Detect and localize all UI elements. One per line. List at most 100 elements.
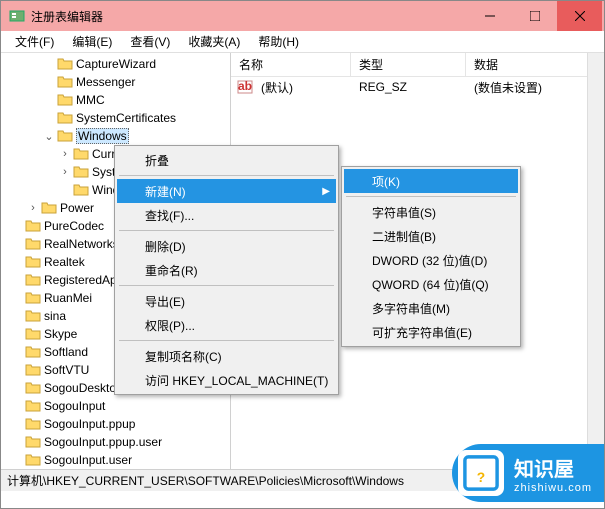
statusbar-path: 计算机\HKEY_CURRENT_USER\SOFTWARE\Policies\… [7,472,404,489]
folder-icon [25,362,41,378]
menu-separator [119,340,334,341]
context-menu-item[interactable]: 权限(P)... [117,313,336,337]
context-menu-item[interactable]: 复制项名称(C) [117,344,336,368]
menu-separator [119,175,334,176]
context-menu-item[interactable]: 可扩充字符串值(E) [344,320,518,344]
tree-item-label: PureCodec [44,219,104,233]
tree-item[interactable]: SystemCertificates [1,109,230,127]
value-name: (默认) [253,77,351,98]
tree-item-label: SogouInput [44,399,105,413]
menu-item-label: 访问 HKEY_LOCAL_MACHINE(T) [145,372,328,389]
folder-icon [25,344,41,360]
tree-item-label: RealNetworks [44,237,119,251]
logo-name: 知识屋 [514,453,592,482]
maximize-button[interactable] [512,1,557,31]
menu-item[interactable]: 编辑(E) [64,31,120,52]
chevron-right-icon[interactable]: › [25,202,41,214]
chevron-down-icon[interactable]: ⌄ [41,130,57,143]
value-data: (数值未设置) [466,77,550,98]
folder-icon [25,308,41,324]
folder-icon [57,110,73,126]
context-menu-item[interactable]: 删除(D) [117,234,336,258]
menubar: 文件(F)编辑(E)查看(V)收藏夹(A)帮助(H) [1,31,604,53]
folder-icon [25,290,41,306]
context-menu-item[interactable]: 二进制值(B) [344,224,518,248]
tree-item-label: Messenger [76,75,135,89]
tree-item-label: Power [60,201,94,215]
menu-item[interactable]: 查看(V) [122,31,178,52]
tree-item[interactable]: SogouInput.ppup [1,415,230,433]
context-menu-item[interactable]: 项(K) [344,169,518,193]
minimize-button[interactable] [467,1,512,31]
tree-item-label: sina [44,309,66,323]
menu-item-label: QWORD (64 位)值(Q) [372,276,489,293]
menu-item[interactable]: 帮助(H) [250,31,307,52]
string-value-icon: ab [237,79,253,95]
tree-item[interactable]: SogouInput [1,397,230,415]
folder-icon [57,56,73,72]
values-header: 名称 类型 数据 [231,53,604,77]
tree-item-label: Softland [44,345,88,359]
folder-icon [57,128,73,144]
tree-item-label: SystemCertificates [76,111,176,125]
chevron-right-icon[interactable]: › [57,148,73,160]
menu-item-label: 折叠 [145,152,169,169]
context-menu-item[interactable]: 查找(F)... [117,203,336,227]
context-menu-item[interactable]: 导出(E) [117,289,336,313]
tree-item[interactable]: SogouInput.ppup.user [1,433,230,451]
value-row[interactable]: ab (默认) REG_SZ (数值未设置) [231,77,604,97]
menu-item-label: 新建(N) [145,183,186,200]
window-titlebar: 注册表编辑器 [1,1,604,31]
context-menu-item[interactable]: 字符串值(S) [344,200,518,224]
folder-icon [41,200,57,216]
column-data[interactable]: 数据 [466,53,604,77]
column-name[interactable]: 名称 [231,53,351,77]
context-menu-item[interactable]: DWORD (32 位)值(D) [344,248,518,272]
values-scrollbar[interactable] [587,53,604,469]
folder-icon [25,326,41,342]
tree-item[interactable]: MMC [1,91,230,109]
context-menu-item[interactable]: QWORD (64 位)值(Q) [344,272,518,296]
context-menu-item[interactable]: 多字符串值(M) [344,296,518,320]
folder-icon [25,434,41,450]
folder-icon [57,74,73,90]
context-menu-item[interactable]: 访问 HKEY_LOCAL_MACHINE(T) [117,368,336,392]
menu-item[interactable]: 收藏夹(A) [180,31,248,52]
tree-item-label: CaptureWizard [76,57,156,71]
context-menu-item[interactable]: 新建(N) ▶ [117,179,336,203]
watermark-logo: ? 知识屋 zhishiwu.com [452,444,604,502]
tree-item-label: SogouInput.ppup.user [44,435,162,449]
folder-icon [25,452,41,468]
close-button[interactable] [557,1,602,31]
tree-item-label: RuanMei [44,291,92,305]
tree-item[interactable]: Messenger [1,73,230,91]
folder-icon [57,92,73,108]
menu-item-label: DWORD (32 位)值(D) [372,252,487,269]
regedit-app-icon [9,8,25,24]
tree-context-menu: 折叠新建(N) ▶ 查找(F)... 删除(D) 重命名(R) 导出(E) 权限(P)...… [114,145,339,395]
menu-item-label: 复制项名称(C) [145,348,222,365]
menu-item-label: 查找(F)... [145,207,194,224]
folder-icon [25,218,41,234]
menu-item-label: 多字符串值(M) [372,300,450,317]
menu-item-label: 可扩充字符串值(E) [372,324,472,341]
context-menu-item[interactable]: 重命名(R) [117,258,336,282]
submenu-arrow-icon: ▶ [322,186,330,197]
folder-icon [25,416,41,432]
menu-item-label: 重命名(R) [145,262,198,279]
menu-item-label: 导出(E) [145,293,185,310]
svg-text:?: ? [477,470,485,485]
context-menu-item[interactable]: 折叠 [117,148,336,172]
column-type[interactable]: 类型 [351,53,466,77]
chevron-right-icon[interactable]: › [57,166,73,178]
menu-item-label: 权限(P)... [145,317,195,334]
tree-item[interactable]: ⌄ Windows [1,127,230,145]
logo-url: zhishiwu.com [514,482,592,494]
tree-item[interactable]: SogouInput.user [1,451,230,469]
tree-item[interactable]: CaptureWizard [1,55,230,73]
menu-item[interactable]: 文件(F) [7,31,62,52]
tree-item-label: SogouInput.user [44,453,132,467]
window-title: 注册表编辑器 [31,8,467,25]
folder-icon [25,380,41,396]
tree-item-label: Windows [76,128,129,144]
